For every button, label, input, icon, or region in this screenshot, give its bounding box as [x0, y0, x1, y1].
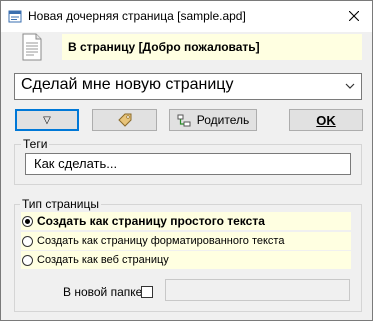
close-button[interactable] — [341, 5, 367, 27]
chevron-down-icon[interactable] — [345, 83, 355, 89]
page-name-value: Сделай мне новую страницу — [21, 76, 234, 93]
ok-button-label: OK — [316, 112, 336, 128]
option-plain-text-label: Создать как страницу простого текста — [37, 214, 265, 228]
radio-formatted-text[interactable] — [22, 235, 33, 247]
new-folder-checkbox[interactable] — [141, 286, 153, 298]
option-web-page[interactable]: Создать как веб страницу — [21, 251, 351, 269]
option-web-page-label: Создать как веб страницу — [37, 254, 169, 266]
option-formatted-text-label: Создать как страницу форматированного те… — [37, 235, 285, 247]
option-formatted-text[interactable]: Создать как страницу форматированного те… — [21, 232, 351, 250]
tags-input[interactable]: Как сделать... — [25, 153, 351, 175]
radio-web-page[interactable] — [22, 254, 33, 266]
ok-button[interactable]: OK — [289, 109, 363, 131]
parent-button[interactable]: Родитель — [169, 109, 257, 131]
document-icon — [22, 33, 42, 61]
parent-button-label: Родитель — [196, 113, 250, 127]
title-bar: Новая дочерняя страница [sample.apd] — [1, 1, 372, 32]
new-folder-label: В новой папке — [63, 285, 143, 299]
page-type-group-label: Тип страницы — [20, 197, 102, 211]
parent-icon — [177, 114, 191, 126]
tags-group-label: Теги — [21, 137, 50, 151]
tag-icon — [117, 113, 131, 127]
triangle-down-icon: ▽ — [43, 114, 51, 126]
target-page-label: В страницу [Добро пожаловать] — [62, 34, 362, 60]
window-title: Новая дочерняя страница [sample.apd] — [28, 9, 246, 23]
option-plain-text[interactable]: Создать как страницу простого текста — [21, 212, 351, 230]
close-icon — [349, 11, 359, 21]
app-icon — [8, 10, 22, 23]
dialog-window: Новая дочерняя страница [sample.apd] В с… — [0, 0, 373, 321]
folder-name-input[interactable] — [165, 279, 350, 301]
page-name-combobox[interactable]: Сделай мне новую страницу — [14, 73, 362, 100]
dropdown-arrow-button[interactable]: ▽ — [15, 109, 79, 131]
tag-button[interactable] — [92, 109, 157, 131]
radio-plain-text[interactable] — [22, 215, 33, 227]
